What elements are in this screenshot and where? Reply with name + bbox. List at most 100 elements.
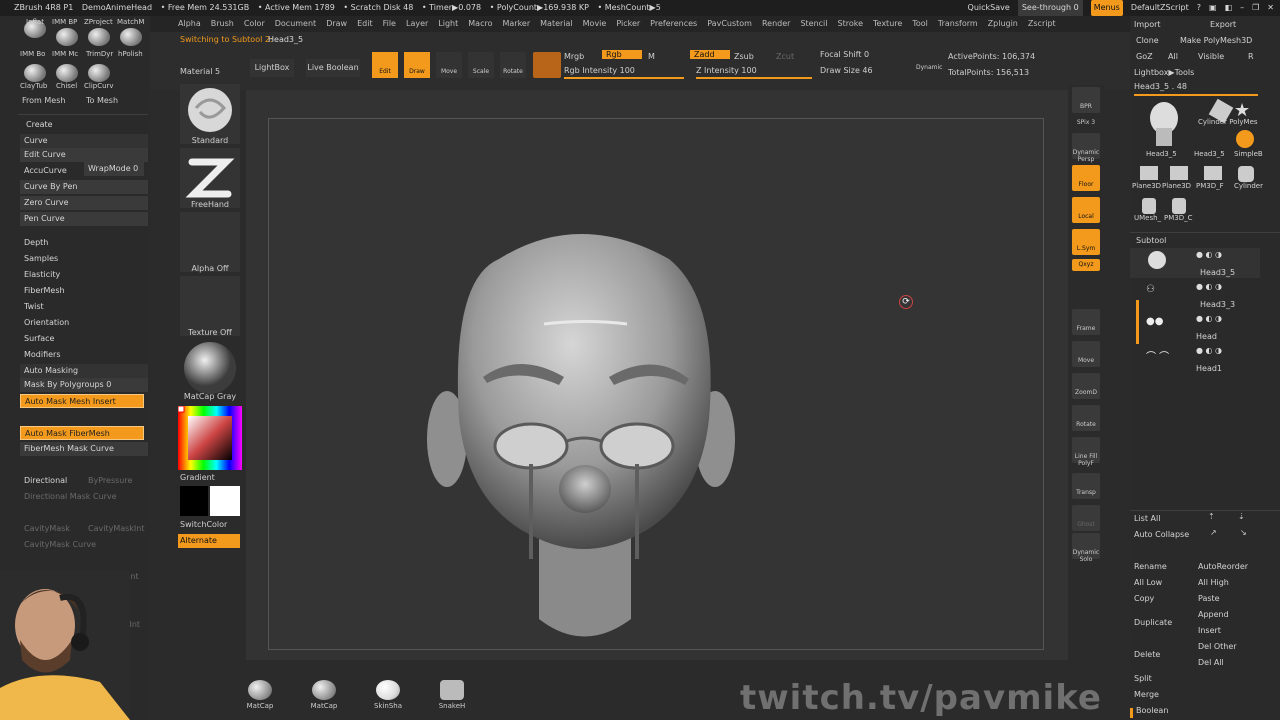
zcut-button[interactable]: Zcut: [776, 52, 794, 61]
menu-macro[interactable]: Macro: [468, 16, 492, 32]
move-up-icon[interactable]: ↗: [1210, 528, 1217, 537]
append-button[interactable]: Append: [1198, 610, 1229, 619]
move-down-icon[interactable]: ↘: [1240, 528, 1247, 537]
matcap-2-icon[interactable]: [312, 680, 336, 700]
window-icon[interactable]: ◧: [1225, 0, 1233, 16]
menu-zscript[interactable]: Zscript: [1028, 16, 1056, 32]
snakehook-icon[interactable]: [440, 680, 464, 700]
menu-tool[interactable]: Tool: [912, 16, 928, 32]
skinshade-icon[interactable]: [376, 680, 400, 700]
all-low-button[interactable]: All Low: [1134, 578, 1162, 587]
draw-mode-button[interactable]: Draw: [404, 52, 430, 78]
make-polymesh-button[interactable]: Make PolyMesh3D: [1180, 36, 1252, 45]
goz-button[interactable]: GoZ: [1136, 52, 1153, 61]
texture-off-icon[interactable]: [180, 276, 240, 336]
draw-size-slider[interactable]: Draw Size 46: [820, 66, 873, 75]
from-mesh-button[interactable]: From Mesh: [22, 96, 65, 105]
elasticity-section[interactable]: Elasticity: [20, 268, 148, 282]
brush-matchmaker-icon[interactable]: [120, 28, 142, 46]
menu-pavcustom[interactable]: PavCustom: [707, 16, 752, 32]
seethrough-slider[interactable]: See-through 0: [1017, 0, 1083, 16]
zoom-button[interactable]: ZoomD: [1072, 373, 1100, 399]
ghost-button[interactable]: Ghost: [1072, 505, 1100, 531]
brush-clipcurve-icon[interactable]: [88, 64, 110, 82]
brush-claytubes-icon[interactable]: [24, 64, 46, 82]
menu-color[interactable]: Color: [244, 16, 265, 32]
m-button[interactable]: M: [648, 52, 655, 61]
lightbox-tools-button[interactable]: Lightbox▶Tools: [1134, 68, 1194, 77]
menu-light[interactable]: Light: [438, 16, 458, 32]
del-other-button[interactable]: Del Other: [1198, 642, 1237, 651]
tool-thumb-plane-icon[interactable]: [1170, 166, 1188, 180]
merge-section[interactable]: Merge: [1134, 690, 1159, 699]
transp-button[interactable]: Transp: [1072, 473, 1100, 499]
fibermesh-mask-curve-button[interactable]: FiberMesh Mask Curve: [20, 442, 148, 456]
tool-thumb-plane-icon[interactable]: [1140, 166, 1158, 180]
rename-button[interactable]: Rename: [1134, 562, 1167, 571]
menu-draw[interactable]: Draw: [326, 16, 347, 32]
directional-button[interactable]: Directional: [20, 474, 80, 488]
cavitymask-curve-button[interactable]: CavityMask Curve: [20, 538, 148, 552]
tool-thumb-pm3d-icon[interactable]: [1204, 166, 1222, 180]
minimize-icon[interactable]: –: [1240, 0, 1244, 16]
tool-thumb-simpleb-icon[interactable]: [1236, 130, 1254, 148]
bypressure-button[interactable]: ByPressure: [84, 474, 144, 488]
matcap-1-icon[interactable]: [248, 680, 272, 700]
current-tool-slider[interactable]: Head3_5 . 48: [1134, 82, 1187, 91]
help-icon[interactable]: ?: [1197, 0, 1201, 16]
dynamic-button[interactable]: Dynamic: [916, 64, 942, 71]
paste-button[interactable]: Paste: [1198, 594, 1220, 603]
switchcolor-button[interactable]: SwitchColor: [180, 520, 248, 529]
freehand-stroke-icon[interactable]: [180, 148, 240, 208]
del-all-button[interactable]: Del All: [1198, 658, 1224, 667]
all-high-button[interactable]: All High: [1198, 578, 1229, 587]
subtool-row[interactable]: ●● Head ● ◐ ◑: [1130, 314, 1260, 344]
live-boolean-button[interactable]: Live Boolean: [306, 59, 360, 77]
material-indicator[interactable]: Material 5: [180, 67, 220, 76]
maximize-icon[interactable]: ❐: [1252, 0, 1259, 16]
spix-slider[interactable]: SPix 3: [1072, 117, 1100, 131]
move-mode-button[interactable]: Move: [436, 52, 462, 78]
persp-button[interactable]: Dynamic Persp: [1072, 133, 1100, 163]
zero-curve-button[interactable]: Zero Curve: [20, 196, 148, 210]
gradient-label[interactable]: Gradient: [180, 473, 248, 482]
material-swatch-icon[interactable]: [533, 52, 561, 78]
close-icon[interactable]: ✕: [1267, 0, 1274, 16]
menu-alpha[interactable]: Alpha: [178, 16, 201, 32]
menu-marker[interactable]: Marker: [502, 16, 530, 32]
fibermesh-section[interactable]: FiberMesh: [20, 284, 148, 298]
to-mesh-button[interactable]: To Mesh: [86, 96, 118, 105]
duplicate-button[interactable]: Duplicate: [1134, 618, 1172, 627]
insert-button[interactable]: Insert: [1198, 626, 1221, 635]
accucurve-button[interactable]: AccuCurve: [20, 164, 80, 178]
lock-icon[interactable]: ▣: [1209, 0, 1217, 16]
auto-collapse-button[interactable]: Auto Collapse: [1134, 530, 1189, 539]
brush-chisel-icon[interactable]: [56, 64, 78, 82]
arrow-down-icon[interactable]: ⇣: [1238, 512, 1245, 521]
tool-thumb-cylinder-icon[interactable]: [1238, 166, 1254, 182]
auto-masking-section[interactable]: Auto Masking: [20, 364, 148, 378]
auto-mask-mesh-insert-button[interactable]: Auto Mask Mesh Insert: [20, 394, 144, 408]
surface-section[interactable]: Surface: [20, 332, 148, 346]
boolean-section[interactable]: Boolean: [1136, 706, 1168, 715]
menu-edit[interactable]: Edit: [357, 16, 373, 32]
brush-zproject-icon[interactable]: [88, 28, 110, 46]
create-section[interactable]: Create: [22, 118, 150, 132]
move-view-button[interactable]: Move: [1072, 341, 1100, 367]
bpr-button[interactable]: BPR: [1072, 87, 1100, 113]
subtool-visibility-icon[interactable]: ● ◐ ◑: [1196, 346, 1222, 355]
subtool-row[interactable]: ⌒ ⌒ Head1 ● ◐ ◑: [1130, 346, 1260, 376]
directional-mask-curve-button[interactable]: Directional Mask Curve: [20, 490, 148, 504]
brush-imm-bp-icon[interactable]: [56, 28, 78, 46]
head-model[interactable]: [269, 119, 1043, 649]
secondary-color-swatch[interactable]: [210, 486, 240, 516]
depth-section[interactable]: Depth: [20, 236, 148, 250]
local-button[interactable]: Local: [1072, 197, 1100, 223]
delete-button[interactable]: Delete: [1134, 650, 1160, 659]
lsym-button[interactable]: L.Sym: [1072, 229, 1100, 255]
list-all-button[interactable]: List All: [1134, 514, 1160, 523]
twist-section[interactable]: Twist: [20, 300, 148, 314]
visible-button[interactable]: Visible: [1198, 52, 1224, 61]
menu-movie[interactable]: Movie: [583, 16, 607, 32]
viewport[interactable]: ⟳: [246, 90, 1068, 660]
